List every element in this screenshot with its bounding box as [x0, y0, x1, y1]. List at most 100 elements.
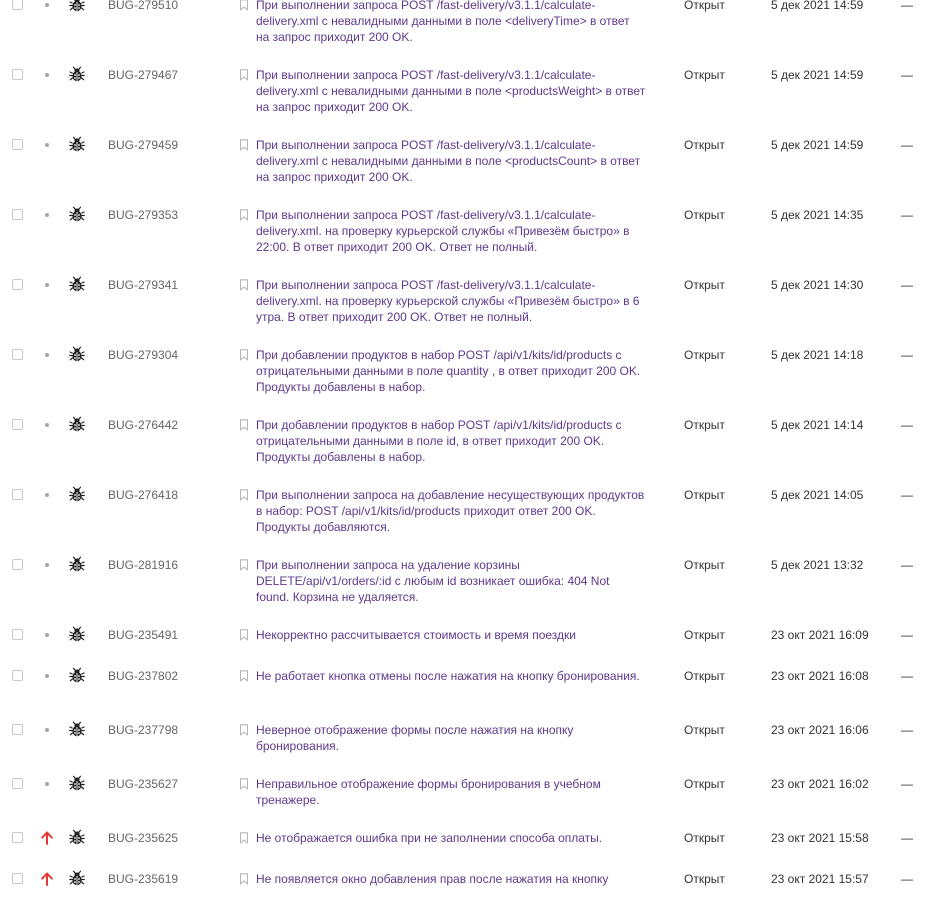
issue-summary[interactable]: При выполнении запроса на добавление нес… [256, 487, 646, 536]
bookmark-icon[interactable] [239, 832, 249, 844]
table-row[interactable]: BUG-235627 Неправильное отображение форм… [0, 770, 938, 824]
issue-key[interactable]: BUG-279510 [108, 0, 178, 13]
issue-summary[interactable]: При выполнении запроса POST /fast-delive… [256, 67, 646, 116]
issue-summary[interactable]: Не работает кнопка отмены после нажатия … [256, 668, 646, 684]
issue-key[interactable]: BUG-237802 [108, 668, 178, 684]
bookmark-icon[interactable] [239, 670, 249, 682]
issue-summary[interactable]: Неверное отображение формы после нажатия… [256, 722, 646, 754]
row-checkbox[interactable] [12, 629, 23, 640]
row-checkbox[interactable] [12, 724, 23, 735]
row-checkbox[interactable] [12, 832, 23, 843]
bookmark-icon[interactable] [239, 69, 249, 81]
bookmark-icon[interactable] [239, 873, 249, 885]
row-checkbox[interactable] [12, 0, 23, 10]
table-row[interactable]: BUG-279467 При выполнении запроса POST /… [0, 61, 938, 131]
bookmark-icon[interactable] [239, 279, 249, 291]
issue-key[interactable]: BUG-279353 [108, 207, 178, 223]
issue-updated: 5 дек 2021 14:18 [771, 348, 864, 362]
table-row[interactable]: BUG-276418 При выполнении запроса на доб… [0, 481, 938, 551]
row-checkbox[interactable] [12, 69, 23, 80]
issue-key[interactable]: BUG-235491 [108, 627, 178, 643]
table-row[interactable]: BUG-279459 При выполнении запроса POST /… [0, 131, 938, 201]
issue-key[interactable]: BUG-235625 [108, 830, 178, 846]
bookmark-icon[interactable] [239, 139, 249, 151]
row-checkbox[interactable] [12, 209, 23, 220]
bug-icon [69, 66, 85, 82]
bookmark-icon[interactable] [239, 419, 249, 431]
bug-icon [69, 416, 85, 432]
table-row[interactable]: BUG-279341 При выполнении запроса POST /… [0, 271, 938, 341]
issue-summary[interactable]: При выполнении запроса на удаление корзи… [256, 557, 646, 606]
bookmark-icon[interactable] [239, 629, 249, 641]
bookmark-icon[interactable] [239, 209, 249, 221]
issue-summary[interactable]: Не отображается ошибка при не заполнении… [256, 830, 646, 846]
issue-updated: 23 окт 2021 15:58 [771, 831, 869, 845]
table-row[interactable]: BUG-281916 При выполнении запроса на уда… [0, 551, 938, 621]
bookmark-icon[interactable] [239, 349, 249, 361]
row-checkbox[interactable] [12, 489, 23, 500]
issue-summary[interactable]: Не появляется окно добавления прав после… [256, 871, 646, 887]
issue-assignee: — [901, 628, 913, 642]
row-checkbox[interactable] [12, 419, 23, 430]
issue-summary[interactable]: При добавлении продуктов в набор POST /a… [256, 417, 646, 466]
issue-assignee: — [901, 418, 913, 432]
issue-assignee: — [901, 558, 913, 572]
row-checkbox[interactable] [12, 279, 23, 290]
issue-key[interactable]: BUG-279341 [108, 277, 178, 293]
issue-status: Открыт [684, 0, 725, 12]
bug-icon [69, 486, 85, 502]
issue-key[interactable]: BUG-279459 [108, 137, 178, 153]
issue-status: Открыт [684, 348, 725, 362]
issue-status: Открыт [684, 68, 725, 82]
bookmark-icon[interactable] [239, 559, 249, 571]
bookmark-icon[interactable] [239, 489, 249, 501]
table-row[interactable]: BUG-237798 Неверное отображение формы по… [0, 716, 938, 770]
bookmark-icon[interactable] [239, 778, 249, 790]
bookmark-icon[interactable] [239, 0, 249, 11]
bug-icon [69, 0, 85, 12]
row-checkbox[interactable] [12, 139, 23, 150]
issue-key[interactable]: BUG-281916 [108, 557, 178, 573]
issue-key[interactable]: BUG-279467 [108, 67, 178, 83]
issue-status: Открыт [684, 138, 725, 152]
table-row[interactable]: BUG-235619 Не появляется окно добавления… [0, 865, 938, 919]
issue-key[interactable]: BUG-235627 [108, 776, 178, 792]
row-checkbox[interactable] [12, 873, 23, 884]
issue-key[interactable]: BUG-235619 [108, 871, 178, 887]
bug-icon [69, 626, 85, 642]
issue-assignee: — [901, 723, 913, 737]
issue-summary[interactable]: Неправильное отображение формы бронирова… [256, 776, 646, 808]
issue-summary[interactable]: При выполнении запроса POST /fast-delive… [256, 137, 646, 186]
priority-normal-icon [45, 283, 49, 287]
table-row[interactable]: BUG-235491 Некорректно рассчитывается ст… [0, 621, 938, 662]
issue-summary[interactable]: При выполнении запроса POST /fast-delive… [256, 277, 646, 326]
issue-updated: 23 окт 2021 16:06 [771, 723, 869, 737]
bug-icon [69, 667, 85, 683]
issue-assignee: — [901, 68, 913, 82]
table-row[interactable]: BUG-237802 Не работает кнопка отмены пос… [0, 662, 938, 716]
row-checkbox[interactable] [12, 559, 23, 570]
row-checkbox[interactable] [12, 670, 23, 681]
issue-summary[interactable]: Некорректно рассчитывается стоимость и в… [256, 627, 646, 643]
row-checkbox[interactable] [12, 349, 23, 360]
bookmark-icon[interactable] [239, 724, 249, 736]
issue-key[interactable]: BUG-276442 [108, 417, 178, 433]
issue-summary[interactable]: При выполнении запроса POST /fast-delive… [256, 207, 646, 256]
bug-icon [69, 556, 85, 572]
priority-normal-icon [45, 782, 49, 786]
row-checkbox[interactable] [12, 778, 23, 789]
table-row[interactable]: BUG-279304 При добавлении продуктов в на… [0, 341, 938, 411]
issue-key[interactable]: BUG-279304 [108, 347, 178, 363]
priority-normal-icon [45, 563, 49, 567]
issue-key[interactable]: BUG-237798 [108, 722, 178, 738]
priority-normal-icon [45, 423, 49, 427]
issue-status: Открыт [684, 208, 725, 222]
issue-summary[interactable]: При выполнении запроса POST /fast-delive… [256, 0, 646, 46]
issue-summary[interactable]: При добавлении продуктов в набор POST /a… [256, 347, 646, 396]
issue-status: Открыт [684, 628, 725, 642]
table-row[interactable]: BUG-235625 Не отображается ошибка при не… [0, 824, 938, 865]
table-row[interactable]: BUG-276442 При добавлении продуктов в на… [0, 411, 938, 481]
table-row[interactable]: BUG-279510 При выполнении запроса POST /… [0, 0, 938, 61]
issue-key[interactable]: BUG-276418 [108, 487, 178, 503]
table-row[interactable]: BUG-279353 При выполнении запроса POST /… [0, 201, 938, 271]
